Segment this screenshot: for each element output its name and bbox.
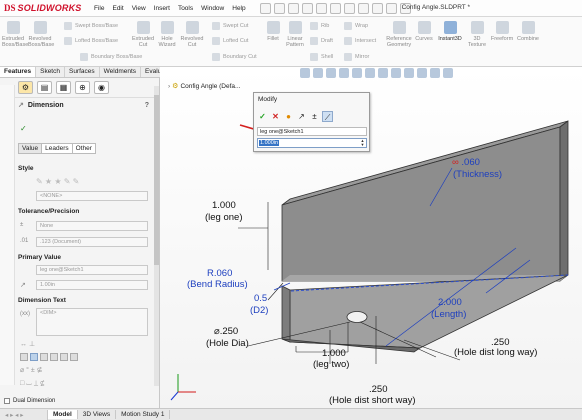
leg-one-dim-value[interactable]: 1.000 xyxy=(212,200,236,211)
modify-value-input[interactable]: 1.000in ▲ ▼ xyxy=(257,138,367,148)
horizontal-leg-end-left xyxy=(281,285,291,343)
mark-for-drawing-icon[interactable]: ± xyxy=(309,111,320,122)
modify-value-text: 1.000in xyxy=(259,140,280,146)
tab-model[interactable]: Model xyxy=(48,410,78,419)
leg-two-dim-name: (leg two) xyxy=(313,359,350,370)
horizontal-leg-top[interactable] xyxy=(289,274,569,349)
hole-dia-dim-value[interactable]: ⌀.250 xyxy=(214,326,238,337)
modify-dialog: Modify ✓ ✕ ● ↗ ± ⟋ leg one@Sketch1 1.000… xyxy=(253,92,370,152)
hole-short-dim-name: (Hole dist short way) xyxy=(329,395,416,406)
hole[interactable] xyxy=(346,311,368,323)
bend-radius-dim-value[interactable]: R.060 xyxy=(207,268,232,279)
d2-dim-name: (D2) xyxy=(250,305,269,316)
hole-dia-dim-name: (Hole Dia) xyxy=(206,338,249,349)
leg-one-dim-name: (leg one) xyxy=(205,212,243,223)
modify-spinner[interactable]: ▲ ▼ xyxy=(360,139,365,147)
thickness-value: .060 xyxy=(461,157,480,168)
length-dim-value[interactable]: 2.000 xyxy=(438,297,462,308)
reverse-dimension-icon[interactable]: ↗ xyxy=(296,111,307,122)
tab-motion-study[interactable]: Motion Study 1 xyxy=(116,410,171,419)
thumbwheel-icon[interactable]: ⟋ xyxy=(322,111,333,122)
length-dim-name: (Length) xyxy=(431,309,467,320)
modify-dimension-name: leg one@Sketch1 xyxy=(257,127,367,136)
tab-3d-views[interactable]: 3D Views xyxy=(78,410,117,419)
thickness-dim-value[interactable]: ∞ .060 xyxy=(452,157,480,168)
bend-radius-dim-name: (Bend Radius) xyxy=(187,279,248,290)
modify-ok-icon[interactable]: ✓ xyxy=(257,111,268,122)
hole-long-dim-name: (Hole dist long way) xyxy=(454,347,538,358)
thickness-dim-name: (Thickness) xyxy=(453,169,503,180)
modify-title: Modify xyxy=(258,96,278,103)
modify-buttons: ✓ ✕ ● ↗ ± ⟋ xyxy=(257,111,333,122)
leg-two-dim-value[interactable]: 1.000 xyxy=(322,348,346,359)
hole-short-dim-value[interactable]: .250 xyxy=(369,384,388,395)
modify-cancel-icon[interactable]: ✕ xyxy=(270,111,281,122)
vertical-leg-side xyxy=(559,120,569,282)
tab-nav-arrows[interactable]: ◂ ▸ ◂ ▸ xyxy=(0,409,48,420)
axis-triad xyxy=(170,374,196,401)
d2-dim-value[interactable]: 0.5 xyxy=(254,293,267,304)
rebuild-light-icon[interactable]: ● xyxy=(283,111,294,122)
bottom-tab-bar: ◂ ▸ ◂ ▸ Model 3D Views Motion Study 1 xyxy=(0,408,582,420)
